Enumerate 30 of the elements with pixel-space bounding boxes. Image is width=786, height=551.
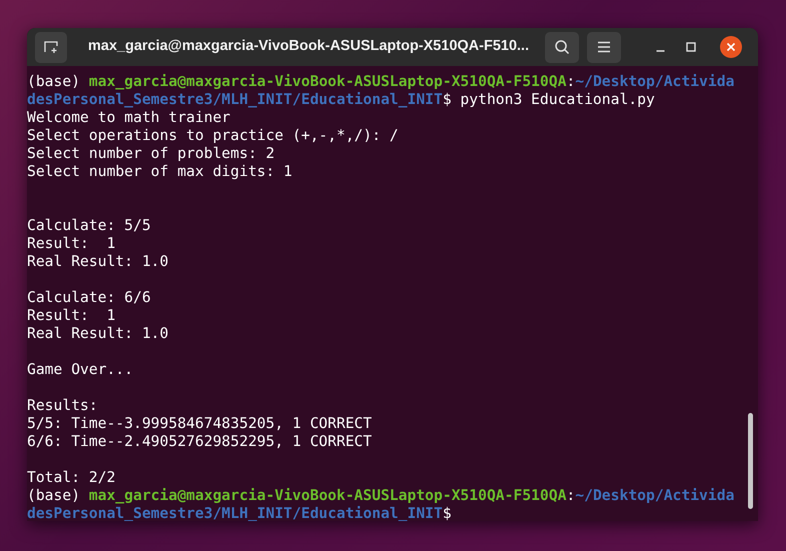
terminal-line: Game Over... bbox=[27, 361, 134, 379]
terminal-line: Results: bbox=[27, 397, 98, 415]
window-title: max_garcia@maxgarcia-VivoBook-ASUSLaptop-X510QA-F510... bbox=[88, 37, 528, 56]
close-icon bbox=[726, 42, 736, 52]
maximize-icon bbox=[686, 42, 696, 52]
terminal-line: Welcome to math trainer bbox=[27, 109, 230, 127]
terminal-line: Result: 1 bbox=[27, 235, 116, 253]
terminal-line: Real Result: 1.0 bbox=[27, 253, 168, 271]
terminal-line: Select operations to practice (+,-,*,/): / bbox=[27, 127, 398, 145]
terminal-line: Calculate: 6/6 bbox=[27, 289, 151, 307]
search-icon bbox=[554, 39, 570, 55]
terminal-line: (base) max_garcia@maxgarcia-VivoBook-ASUSLaptop-X510QA-F510QA:~/Desktop/Activida bbox=[27, 73, 734, 91]
scrollbar-thumb[interactable] bbox=[748, 413, 753, 509]
terminal-line: Real Result: 1.0 bbox=[27, 325, 168, 343]
menu-icon bbox=[597, 41, 611, 53]
terminal-line: 5/5: Time--3.999584674835205, 1 CORRECT bbox=[27, 415, 372, 433]
terminal-line: Calculate: 5/5 bbox=[27, 217, 151, 235]
terminal-line: Total: 2/2 bbox=[27, 469, 116, 487]
terminal-line: Select number of problems: 2 bbox=[27, 145, 275, 163]
close-button[interactable] bbox=[720, 36, 742, 58]
search-button[interactable] bbox=[545, 32, 579, 62]
minimize-icon bbox=[656, 50, 664, 52]
new-tab-button[interactable] bbox=[35, 32, 67, 62]
terminal-line: Select number of max digits: 1 bbox=[27, 163, 292, 181]
terminal-line: desPersonal_Semestre3/MLH_INIT/Educational_INIT$ python3 Educational.py bbox=[27, 91, 655, 109]
new-tab-icon bbox=[43, 39, 59, 55]
terminal-line: 6/6: Time--2.490527629852295, 1 CORRECT bbox=[27, 433, 372, 451]
menu-button[interactable] bbox=[587, 32, 621, 62]
terminal-line: Result: 1 bbox=[27, 307, 116, 325]
terminal-line: (base) max_garcia@maxgarcia-VivoBook-ASUSLaptop-X510QA-F510QA:~/Desktop/Activida bbox=[27, 487, 734, 505]
